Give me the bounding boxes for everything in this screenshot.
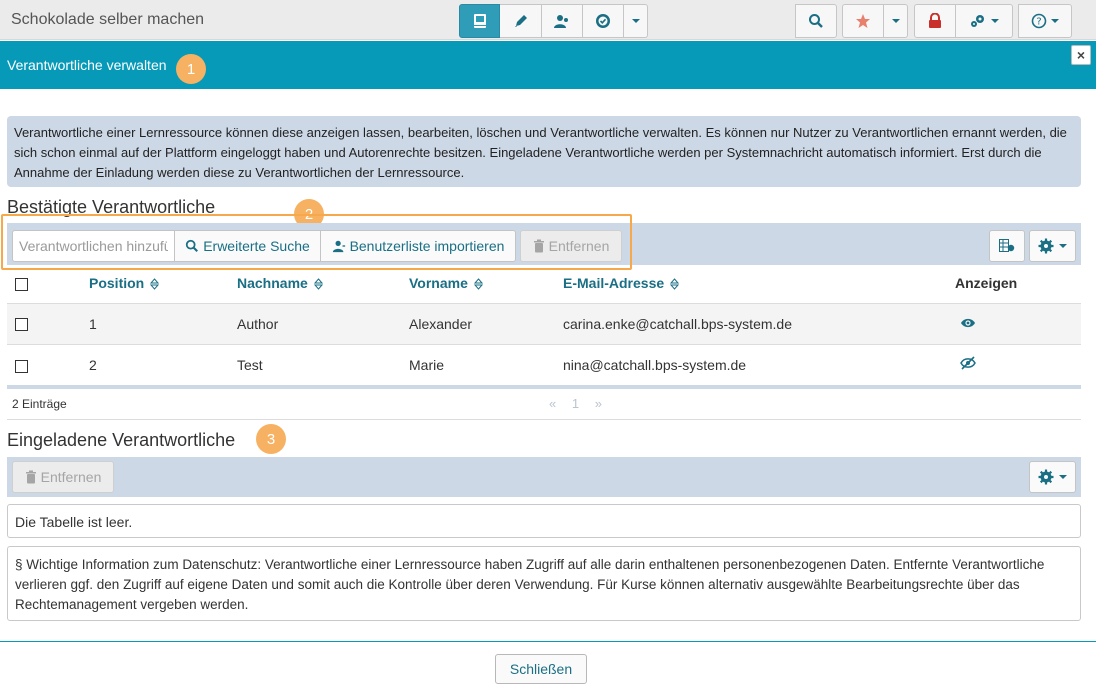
svg-text:?: ? [1036, 17, 1041, 28]
search-group [795, 4, 837, 38]
help-group: ? [1018, 4, 1072, 38]
row-checkbox[interactable] [15, 318, 28, 332]
eye-icon[interactable] [960, 317, 976, 329]
step-badge-1: 1 [176, 54, 206, 84]
remove-invited-button[interactable]: Entfernen [12, 461, 114, 493]
column-email[interactable]: E-Mail-Adresse [563, 263, 955, 303]
favorite-group [842, 4, 908, 38]
lock-button[interactable] [914, 4, 956, 38]
settings-dropdown-button[interactable] [956, 4, 1013, 38]
invited-settings-dropdown-button[interactable] [1029, 461, 1076, 493]
privacy-notice: § Wichtige Information zum Datenschutz: … [7, 546, 1081, 621]
table-row: 1 Author Alexander carina.enke@catchall.… [7, 302, 1081, 344]
empty-table-text: Die Tabelle ist leer. [15, 514, 133, 530]
select-all-checkbox[interactable] [15, 277, 28, 291]
cell-lastname: Author [237, 302, 409, 344]
step-badge-3: 3 [256, 424, 286, 454]
close-button[interactable]: Schließen [495, 654, 587, 684]
modal-header: Verantwortliche verwalten [0, 41, 1096, 89]
chevron-down-icon [1059, 475, 1067, 479]
trash-icon [25, 470, 37, 484]
chevron-down-icon [1059, 244, 1067, 248]
info-box: Verantwortliche einer Lernressource könn… [7, 116, 1081, 187]
column-firstname[interactable]: Vorname [409, 263, 563, 303]
app-title: Schokolade selber machen [11, 11, 205, 28]
table-row: 2 Test Marie nina@catchall.bps-system.de [7, 343, 1081, 385]
tools-group [914, 4, 1013, 38]
edit-button[interactable] [500, 4, 542, 38]
view-toolbar [459, 4, 648, 38]
section-divider [7, 419, 1081, 420]
table-bottom-bar [7, 385, 1081, 389]
top-bar: Schokolade selber machen ? [0, 0, 1096, 40]
cell-visible [955, 343, 1081, 385]
modal-title: Verantwortliche verwalten [7, 57, 167, 73]
cell-firstname: Marie [409, 343, 563, 385]
pencil-icon [514, 15, 527, 27]
search-icon [809, 14, 823, 28]
privacy-text: § Wichtige Information zum Datenschutz: … [15, 557, 1045, 612]
highlight-frame [1, 214, 632, 270]
assessment-button[interactable] [583, 4, 624, 38]
favorite-dropdown-button[interactable] [884, 4, 908, 38]
chevron-down-icon [1051, 19, 1059, 23]
cell-firstname: Alexander [409, 302, 563, 344]
pager-prev[interactable]: « [549, 396, 556, 411]
book-icon [473, 14, 486, 28]
search-button[interactable] [795, 4, 837, 38]
invited-empty-table: Die Tabelle ist leer. [7, 504, 1081, 538]
gear-icon [1038, 238, 1054, 254]
pagination: « 1 » [549, 396, 602, 411]
sort-icon [473, 278, 483, 290]
footer-divider [0, 641, 1096, 642]
cell-position: 2 [89, 343, 237, 385]
entries-count: 2 Einträge [12, 397, 67, 411]
star-icon [856, 14, 870, 28]
sort-icon [150, 278, 160, 290]
sort-icon [313, 278, 323, 290]
row-select-cell [7, 343, 89, 385]
chevron-down-icon [631, 19, 640, 23]
lock-icon [929, 13, 941, 28]
table-columns-icon [999, 239, 1015, 252]
pager-next[interactable]: » [595, 396, 602, 411]
chevron-down-icon [891, 19, 900, 23]
cell-email: carina.enke@catchall.bps-system.de [563, 302, 955, 344]
row-select-cell [7, 302, 89, 344]
pager-page[interactable]: 1 [572, 396, 579, 411]
favorite-button[interactable] [842, 4, 884, 38]
gear-icon [1038, 469, 1054, 485]
row-checkbox[interactable] [15, 359, 28, 373]
help-icon: ? [1031, 13, 1047, 29]
eye-slash-icon[interactable] [960, 356, 976, 370]
cell-lastname: Test [237, 343, 409, 385]
badge-icon [596, 14, 610, 28]
cell-email: nina@catchall.bps-system.de [563, 343, 955, 385]
confirmed-owners-table: Position Nachname Vorname E-Mail-Adresse… [7, 263, 1081, 385]
view-dropdown-button[interactable] [624, 4, 648, 38]
column-position[interactable]: Position [89, 263, 237, 303]
invited-toolbar [7, 457, 1081, 497]
members-button[interactable] [542, 4, 583, 38]
book-button[interactable] [459, 4, 500, 38]
gears-icon [971, 15, 984, 27]
sort-icon [670, 278, 680, 290]
cell-position: 1 [89, 302, 237, 344]
chevron-down-icon [991, 19, 999, 23]
select-all-cell [7, 263, 89, 303]
column-settings-button[interactable] [989, 230, 1025, 262]
close-icon[interactable]: × [1071, 45, 1091, 65]
column-lastname[interactable]: Nachname [237, 263, 409, 303]
help-dropdown-button[interactable]: ? [1018, 4, 1072, 38]
table-header-row: Position Nachname Vorname E-Mail-Adresse… [7, 263, 1081, 303]
invited-section-title: Eingeladene Verantwortliche [7, 430, 236, 450]
cell-visible [955, 302, 1081, 344]
users-icon [554, 15, 568, 28]
column-visible: Anzeigen [955, 274, 1018, 291]
table-settings-dropdown-button[interactable] [1029, 230, 1076, 262]
